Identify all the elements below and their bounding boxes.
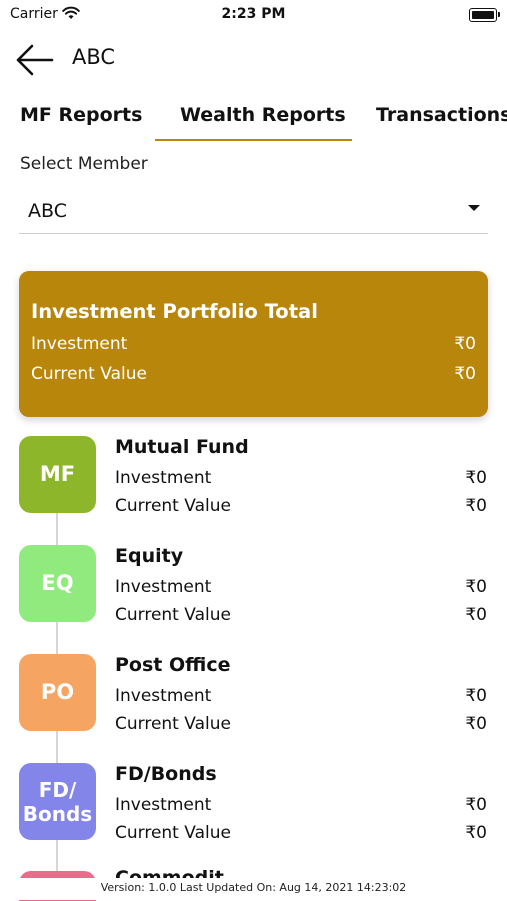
category-current-value-row: Current Value ₹0 [115,823,487,843]
category-fd-bonds[interactable]: FD/Bonds FD/Bonds Investment ₹0 Current … [0,763,507,843]
mf-badge-icon: MF [19,436,96,513]
tab-transactions[interactable]: Transactions [376,104,507,126]
category-name: Post Office [115,654,231,676]
category-current-value-row: Current Value ₹0 [115,496,487,516]
category-current-value-row: Current Value ₹0 [115,605,487,625]
total-investment-row: Investment ₹0 [31,334,476,354]
current-value-value: ₹0 [465,714,487,734]
page-title: ABC [72,45,116,69]
investment-label: Investment [115,468,212,488]
category-investment-row: Investment ₹0 [115,686,487,706]
tab-mf-reports[interactable]: MF Reports [20,104,142,126]
investment-value: ₹0 [465,577,487,597]
status-bar: Carrier 2:23 PM [0,0,507,28]
current-value-value: ₹0 [454,364,476,384]
total-current-value-row: Current Value ₹0 [31,364,476,384]
investment-label: Investment [115,795,212,815]
dropdown-caret-icon[interactable] [468,205,480,211]
po-badge-icon: PO [19,654,96,731]
investment-value: ₹0 [465,795,487,815]
current-value-value: ₹0 [465,496,487,516]
portfolio-total-card: Investment Portfolio Total Investment ₹0… [19,271,488,417]
active-tab-indicator [155,139,352,141]
battery-icon [469,8,500,22]
back-arrow-icon[interactable] [14,42,54,78]
current-value-label: Current Value [115,605,231,625]
category-name: FD/Bonds [115,763,217,785]
investment-value: ₹0 [454,334,476,354]
category-name: Equity [115,545,184,567]
current-value-label: Current Value [115,496,231,516]
member-dropdown[interactable]: ABC [28,200,67,222]
status-time: 2:23 PM [221,6,286,22]
version-footer: Version: 1.0.0 Last Updated On: Aug 14, … [0,878,507,900]
tab-wealth-reports[interactable]: Wealth Reports [180,104,346,126]
current-value-value: ₹0 [465,823,487,843]
category-post-office[interactable]: PO Post Office Investment ₹0 Current Val… [0,654,507,734]
investment-label: Investment [115,686,212,706]
current-value-label: Current Value [31,364,147,384]
category-mutual-fund[interactable]: MF Mutual Fund Investment ₹0 Current Val… [0,436,507,516]
investment-label: Investment [115,577,212,597]
current-value-label: Current Value [115,714,231,734]
eq-badge-icon: EQ [19,545,96,622]
fd-bonds-badge-icon: FD/Bonds [19,763,96,840]
category-name: Mutual Fund [115,436,249,458]
category-equity[interactable]: EQ Equity Investment ₹0 Current Value ₹0 [0,545,507,625]
current-value-value: ₹0 [465,605,487,625]
category-investment-row: Investment ₹0 [115,468,487,488]
card-title: Investment Portfolio Total [31,300,318,323]
select-member-label: Select Member [20,154,148,174]
category-investment-row: Investment ₹0 [115,795,487,815]
investment-value: ₹0 [465,468,487,488]
category-current-value-row: Current Value ₹0 [115,714,487,734]
dropdown-underline [19,233,488,234]
investment-value: ₹0 [465,686,487,706]
category-investment-row: Investment ₹0 [115,577,487,597]
investment-label: Investment [31,334,128,354]
current-value-label: Current Value [115,823,231,843]
